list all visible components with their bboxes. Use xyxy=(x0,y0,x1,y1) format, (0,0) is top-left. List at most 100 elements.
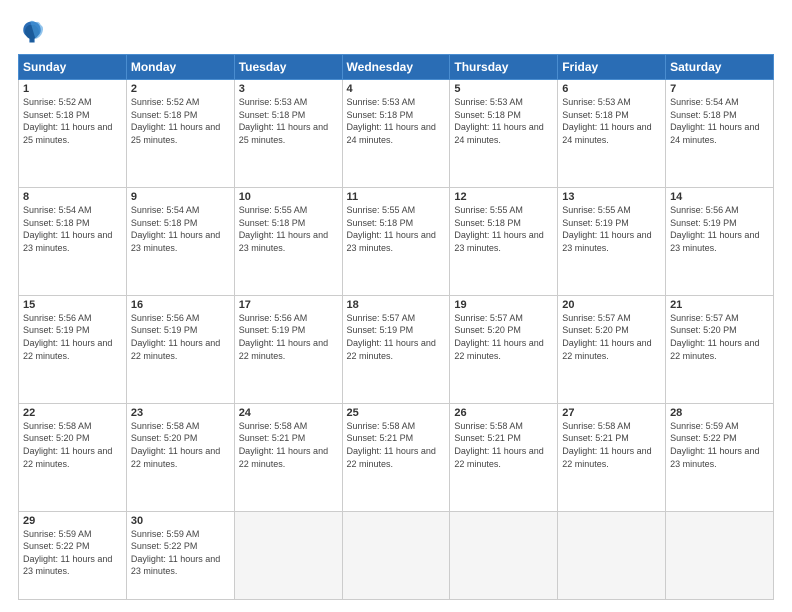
calendar-header-saturday: Saturday xyxy=(666,55,774,80)
day-number: 1 xyxy=(23,83,122,95)
calendar-week-4: 22 Sunrise: 5:58 AMSunset: 5:20 PMDaylig… xyxy=(19,403,774,511)
day-number: 22 xyxy=(23,407,122,419)
day-info: Sunrise: 5:57 AMSunset: 5:20 PMDaylight:… xyxy=(670,313,759,361)
day-number: 13 xyxy=(562,191,661,203)
calendar-cell-5: 5 Sunrise: 5:53 AMSunset: 5:18 PMDayligh… xyxy=(450,80,558,188)
calendar-cell-27: 27 Sunrise: 5:58 AMSunset: 5:21 PMDaylig… xyxy=(558,403,666,511)
calendar-cell-18: 18 Sunrise: 5:57 AMSunset: 5:19 PMDaylig… xyxy=(342,295,450,403)
calendar-cell-10: 10 Sunrise: 5:55 AMSunset: 5:18 PMDaylig… xyxy=(234,187,342,295)
calendar-header-friday: Friday xyxy=(558,55,666,80)
day-number: 2 xyxy=(131,83,230,95)
day-info: Sunrise: 5:58 AMSunset: 5:20 PMDaylight:… xyxy=(23,421,112,469)
day-number: 26 xyxy=(454,407,553,419)
day-number: 5 xyxy=(454,83,553,95)
day-info: Sunrise: 5:58 AMSunset: 5:21 PMDaylight:… xyxy=(347,421,436,469)
day-number: 18 xyxy=(347,299,446,311)
calendar-table: SundayMondayTuesdayWednesdayThursdayFrid… xyxy=(18,54,774,600)
calendar-week-5: 29 Sunrise: 5:59 AMSunset: 5:22 PMDaylig… xyxy=(19,511,774,599)
calendar-cell-8: 8 Sunrise: 5:54 AMSunset: 5:18 PMDayligh… xyxy=(19,187,127,295)
day-number: 23 xyxy=(131,407,230,419)
day-number: 25 xyxy=(347,407,446,419)
calendar-cell-empty xyxy=(234,511,342,599)
calendar-cell-empty xyxy=(558,511,666,599)
day-info: Sunrise: 5:55 AMSunset: 5:18 PMDaylight:… xyxy=(454,205,543,253)
day-info: Sunrise: 5:53 AMSunset: 5:18 PMDaylight:… xyxy=(239,97,328,145)
day-number: 20 xyxy=(562,299,661,311)
calendar-cell-23: 23 Sunrise: 5:58 AMSunset: 5:20 PMDaylig… xyxy=(126,403,234,511)
calendar-cell-empty xyxy=(666,511,774,599)
day-number: 12 xyxy=(454,191,553,203)
day-number: 9 xyxy=(131,191,230,203)
day-info: Sunrise: 5:59 AMSunset: 5:22 PMDaylight:… xyxy=(131,529,220,577)
day-number: 29 xyxy=(23,515,122,527)
calendar-cell-26: 26 Sunrise: 5:58 AMSunset: 5:21 PMDaylig… xyxy=(450,403,558,511)
day-info: Sunrise: 5:56 AMSunset: 5:19 PMDaylight:… xyxy=(670,205,759,253)
day-info: Sunrise: 5:54 AMSunset: 5:18 PMDaylight:… xyxy=(131,205,220,253)
day-info: Sunrise: 5:56 AMSunset: 5:19 PMDaylight:… xyxy=(131,313,220,361)
calendar-cell-13: 13 Sunrise: 5:55 AMSunset: 5:19 PMDaylig… xyxy=(558,187,666,295)
page: SundayMondayTuesdayWednesdayThursdayFrid… xyxy=(0,0,792,612)
calendar-cell-19: 19 Sunrise: 5:57 AMSunset: 5:20 PMDaylig… xyxy=(450,295,558,403)
day-number: 28 xyxy=(670,407,769,419)
day-number: 8 xyxy=(23,191,122,203)
calendar-cell-9: 9 Sunrise: 5:54 AMSunset: 5:18 PMDayligh… xyxy=(126,187,234,295)
calendar-cell-1: 1 Sunrise: 5:52 AMSunset: 5:18 PMDayligh… xyxy=(19,80,127,188)
day-number: 4 xyxy=(347,83,446,95)
calendar-cell-17: 17 Sunrise: 5:56 AMSunset: 5:19 PMDaylig… xyxy=(234,295,342,403)
day-number: 19 xyxy=(454,299,553,311)
day-number: 6 xyxy=(562,83,661,95)
calendar-cell-12: 12 Sunrise: 5:55 AMSunset: 5:18 PMDaylig… xyxy=(450,187,558,295)
day-number: 30 xyxy=(131,515,230,527)
calendar-header-wednesday: Wednesday xyxy=(342,55,450,80)
calendar-cell-empty xyxy=(450,511,558,599)
day-number: 21 xyxy=(670,299,769,311)
day-info: Sunrise: 5:58 AMSunset: 5:21 PMDaylight:… xyxy=(454,421,543,469)
day-info: Sunrise: 5:58 AMSunset: 5:20 PMDaylight:… xyxy=(131,421,220,469)
day-number: 7 xyxy=(670,83,769,95)
calendar-header-sunday: Sunday xyxy=(19,55,127,80)
day-info: Sunrise: 5:59 AMSunset: 5:22 PMDaylight:… xyxy=(670,421,759,469)
day-number: 15 xyxy=(23,299,122,311)
calendar-cell-7: 7 Sunrise: 5:54 AMSunset: 5:18 PMDayligh… xyxy=(666,80,774,188)
day-info: Sunrise: 5:56 AMSunset: 5:19 PMDaylight:… xyxy=(239,313,328,361)
calendar-header-monday: Monday xyxy=(126,55,234,80)
day-info: Sunrise: 5:53 AMSunset: 5:18 PMDaylight:… xyxy=(562,97,651,145)
calendar-cell-25: 25 Sunrise: 5:58 AMSunset: 5:21 PMDaylig… xyxy=(342,403,450,511)
day-info: Sunrise: 5:59 AMSunset: 5:22 PMDaylight:… xyxy=(23,529,112,577)
calendar-cell-22: 22 Sunrise: 5:58 AMSunset: 5:20 PMDaylig… xyxy=(19,403,127,511)
calendar-cell-21: 21 Sunrise: 5:57 AMSunset: 5:20 PMDaylig… xyxy=(666,295,774,403)
day-number: 24 xyxy=(239,407,338,419)
header xyxy=(18,18,774,46)
logo-icon xyxy=(18,18,46,46)
calendar-cell-20: 20 Sunrise: 5:57 AMSunset: 5:20 PMDaylig… xyxy=(558,295,666,403)
day-number: 14 xyxy=(670,191,769,203)
day-number: 11 xyxy=(347,191,446,203)
calendar-header-thursday: Thursday xyxy=(450,55,558,80)
day-info: Sunrise: 5:53 AMSunset: 5:18 PMDaylight:… xyxy=(454,97,543,145)
calendar-cell-16: 16 Sunrise: 5:56 AMSunset: 5:19 PMDaylig… xyxy=(126,295,234,403)
day-number: 27 xyxy=(562,407,661,419)
calendar-cell-30: 30 Sunrise: 5:59 AMSunset: 5:22 PMDaylig… xyxy=(126,511,234,599)
day-info: Sunrise: 5:57 AMSunset: 5:20 PMDaylight:… xyxy=(562,313,651,361)
calendar-cell-3: 3 Sunrise: 5:53 AMSunset: 5:18 PMDayligh… xyxy=(234,80,342,188)
calendar-cell-15: 15 Sunrise: 5:56 AMSunset: 5:19 PMDaylig… xyxy=(19,295,127,403)
calendar-cell-29: 29 Sunrise: 5:59 AMSunset: 5:22 PMDaylig… xyxy=(19,511,127,599)
day-info: Sunrise: 5:54 AMSunset: 5:18 PMDaylight:… xyxy=(670,97,759,145)
day-info: Sunrise: 5:55 AMSunset: 5:19 PMDaylight:… xyxy=(562,205,651,253)
day-info: Sunrise: 5:52 AMSunset: 5:18 PMDaylight:… xyxy=(23,97,112,145)
day-info: Sunrise: 5:58 AMSunset: 5:21 PMDaylight:… xyxy=(239,421,328,469)
day-info: Sunrise: 5:53 AMSunset: 5:18 PMDaylight:… xyxy=(347,97,436,145)
day-info: Sunrise: 5:58 AMSunset: 5:21 PMDaylight:… xyxy=(562,421,651,469)
calendar-cell-28: 28 Sunrise: 5:59 AMSunset: 5:22 PMDaylig… xyxy=(666,403,774,511)
calendar-week-3: 15 Sunrise: 5:56 AMSunset: 5:19 PMDaylig… xyxy=(19,295,774,403)
day-info: Sunrise: 5:57 AMSunset: 5:19 PMDaylight:… xyxy=(347,313,436,361)
day-info: Sunrise: 5:55 AMSunset: 5:18 PMDaylight:… xyxy=(347,205,436,253)
day-info: Sunrise: 5:52 AMSunset: 5:18 PMDaylight:… xyxy=(131,97,220,145)
day-info: Sunrise: 5:57 AMSunset: 5:20 PMDaylight:… xyxy=(454,313,543,361)
logo xyxy=(18,18,50,46)
calendar-header-row: SundayMondayTuesdayWednesdayThursdayFrid… xyxy=(19,55,774,80)
calendar-cell-4: 4 Sunrise: 5:53 AMSunset: 5:18 PMDayligh… xyxy=(342,80,450,188)
calendar-cell-14: 14 Sunrise: 5:56 AMSunset: 5:19 PMDaylig… xyxy=(666,187,774,295)
day-info: Sunrise: 5:55 AMSunset: 5:18 PMDaylight:… xyxy=(239,205,328,253)
day-number: 3 xyxy=(239,83,338,95)
